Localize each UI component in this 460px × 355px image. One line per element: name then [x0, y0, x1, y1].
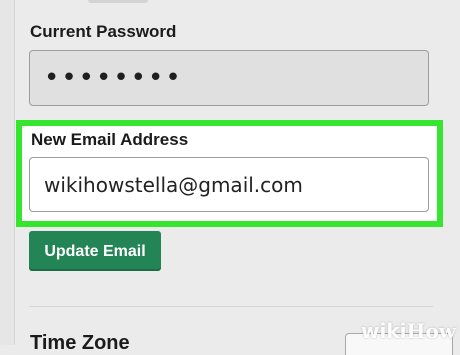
watermark-how: How — [406, 319, 456, 343]
current-password-field[interactable]: •••••••• — [29, 50, 429, 106]
current-password-label: Current Password — [30, 22, 177, 41]
top-edge-element — [88, 0, 148, 3]
time-zone-label: Time Zone — [30, 332, 130, 354]
wikihow-watermark: wikiHow — [361, 319, 456, 343]
watermark-wiki: wiki — [361, 319, 407, 343]
new-email-label: New Email Address — [31, 130, 189, 149]
new-email-input[interactable] — [29, 157, 429, 212]
section-divider — [29, 306, 433, 307]
left-panel-strip — [0, 0, 15, 345]
update-email-button[interactable]: Update Email — [29, 231, 161, 271]
